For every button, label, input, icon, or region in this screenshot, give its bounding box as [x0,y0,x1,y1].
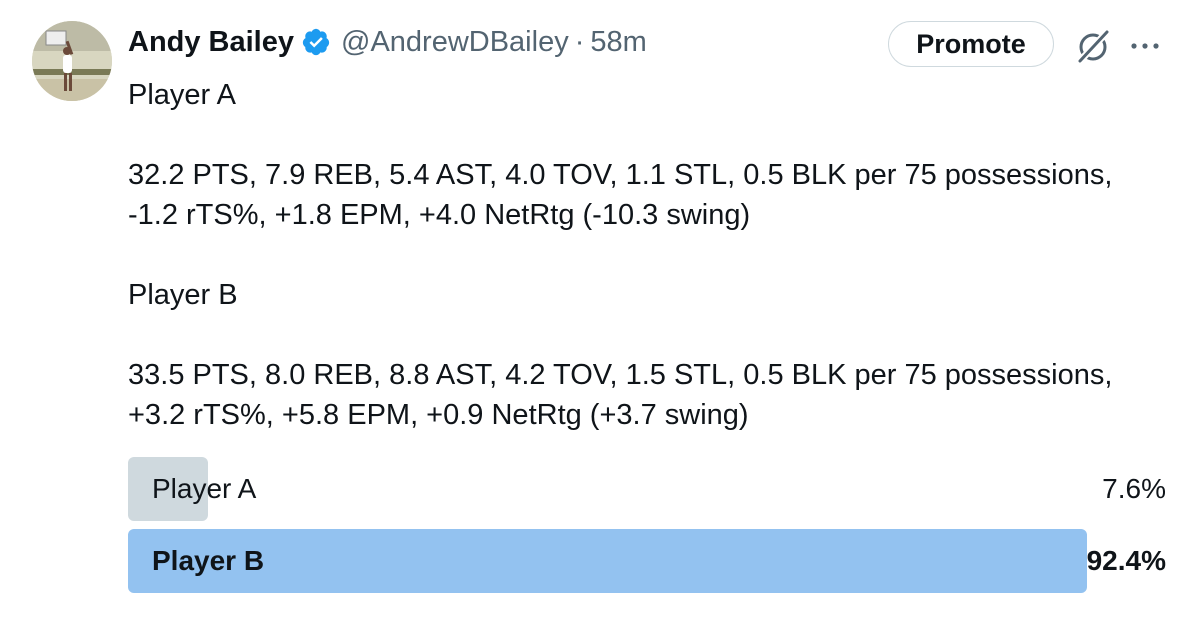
line-break [128,315,1168,355]
line-break [128,235,1168,275]
poll-option-player-a[interactable]: Player A 7.6% [128,457,1166,521]
tweet-line: -1.2 rTS%, +1.8 EPM, +4.0 NetRtg (-10.3 … [128,199,751,231]
promote-button[interactable]: Promote [888,21,1054,67]
tweet-line: +3.2 rTS%, +5.8 EPM, +0.9 NetRtg (+3.7 s… [128,399,749,431]
poll-result-bar [128,529,1087,593]
post-time[interactable]: 58m [590,26,646,59]
poll-option-label: Player A [152,473,257,504]
poll-option-player-b[interactable]: Player B 92.4% [128,529,1166,593]
line-break [128,115,1168,155]
tweet-line: Player A [128,79,236,111]
verified-badge-icon[interactable] [301,27,331,57]
poll-option-label: Player B [152,545,265,576]
grok-icon[interactable] [1073,27,1113,67]
more-icon[interactable] [1127,34,1163,58]
author-name[interactable]: Andy Bailey [128,26,294,59]
tweet-header: Andy Bailey @AndrewDBailey · 58m [128,22,647,62]
separator-dot: · [574,25,585,58]
author-handle[interactable]: @AndrewDBailey [341,26,569,59]
poll-option-percent: 7.6% [1102,473,1166,504]
poll: Player A 7.6% Player B 92.4% [128,457,1166,601]
poll-option-percent: 92.4% [1086,545,1166,576]
tweet-line: 33.5 PTS, 8.0 REB, 8.8 AST, 4.2 TOV, 1.5… [128,359,1113,391]
tweet-text: Player A 32.2 PTS, 7.9 REB, 5.4 AST, 4.0… [128,75,1168,435]
avatar[interactable] [32,21,112,101]
tweet-line: Player B [128,279,238,311]
tweet-line: 32.2 PTS, 7.9 REB, 5.4 AST, 4.0 TOV, 1.1… [128,159,1113,191]
